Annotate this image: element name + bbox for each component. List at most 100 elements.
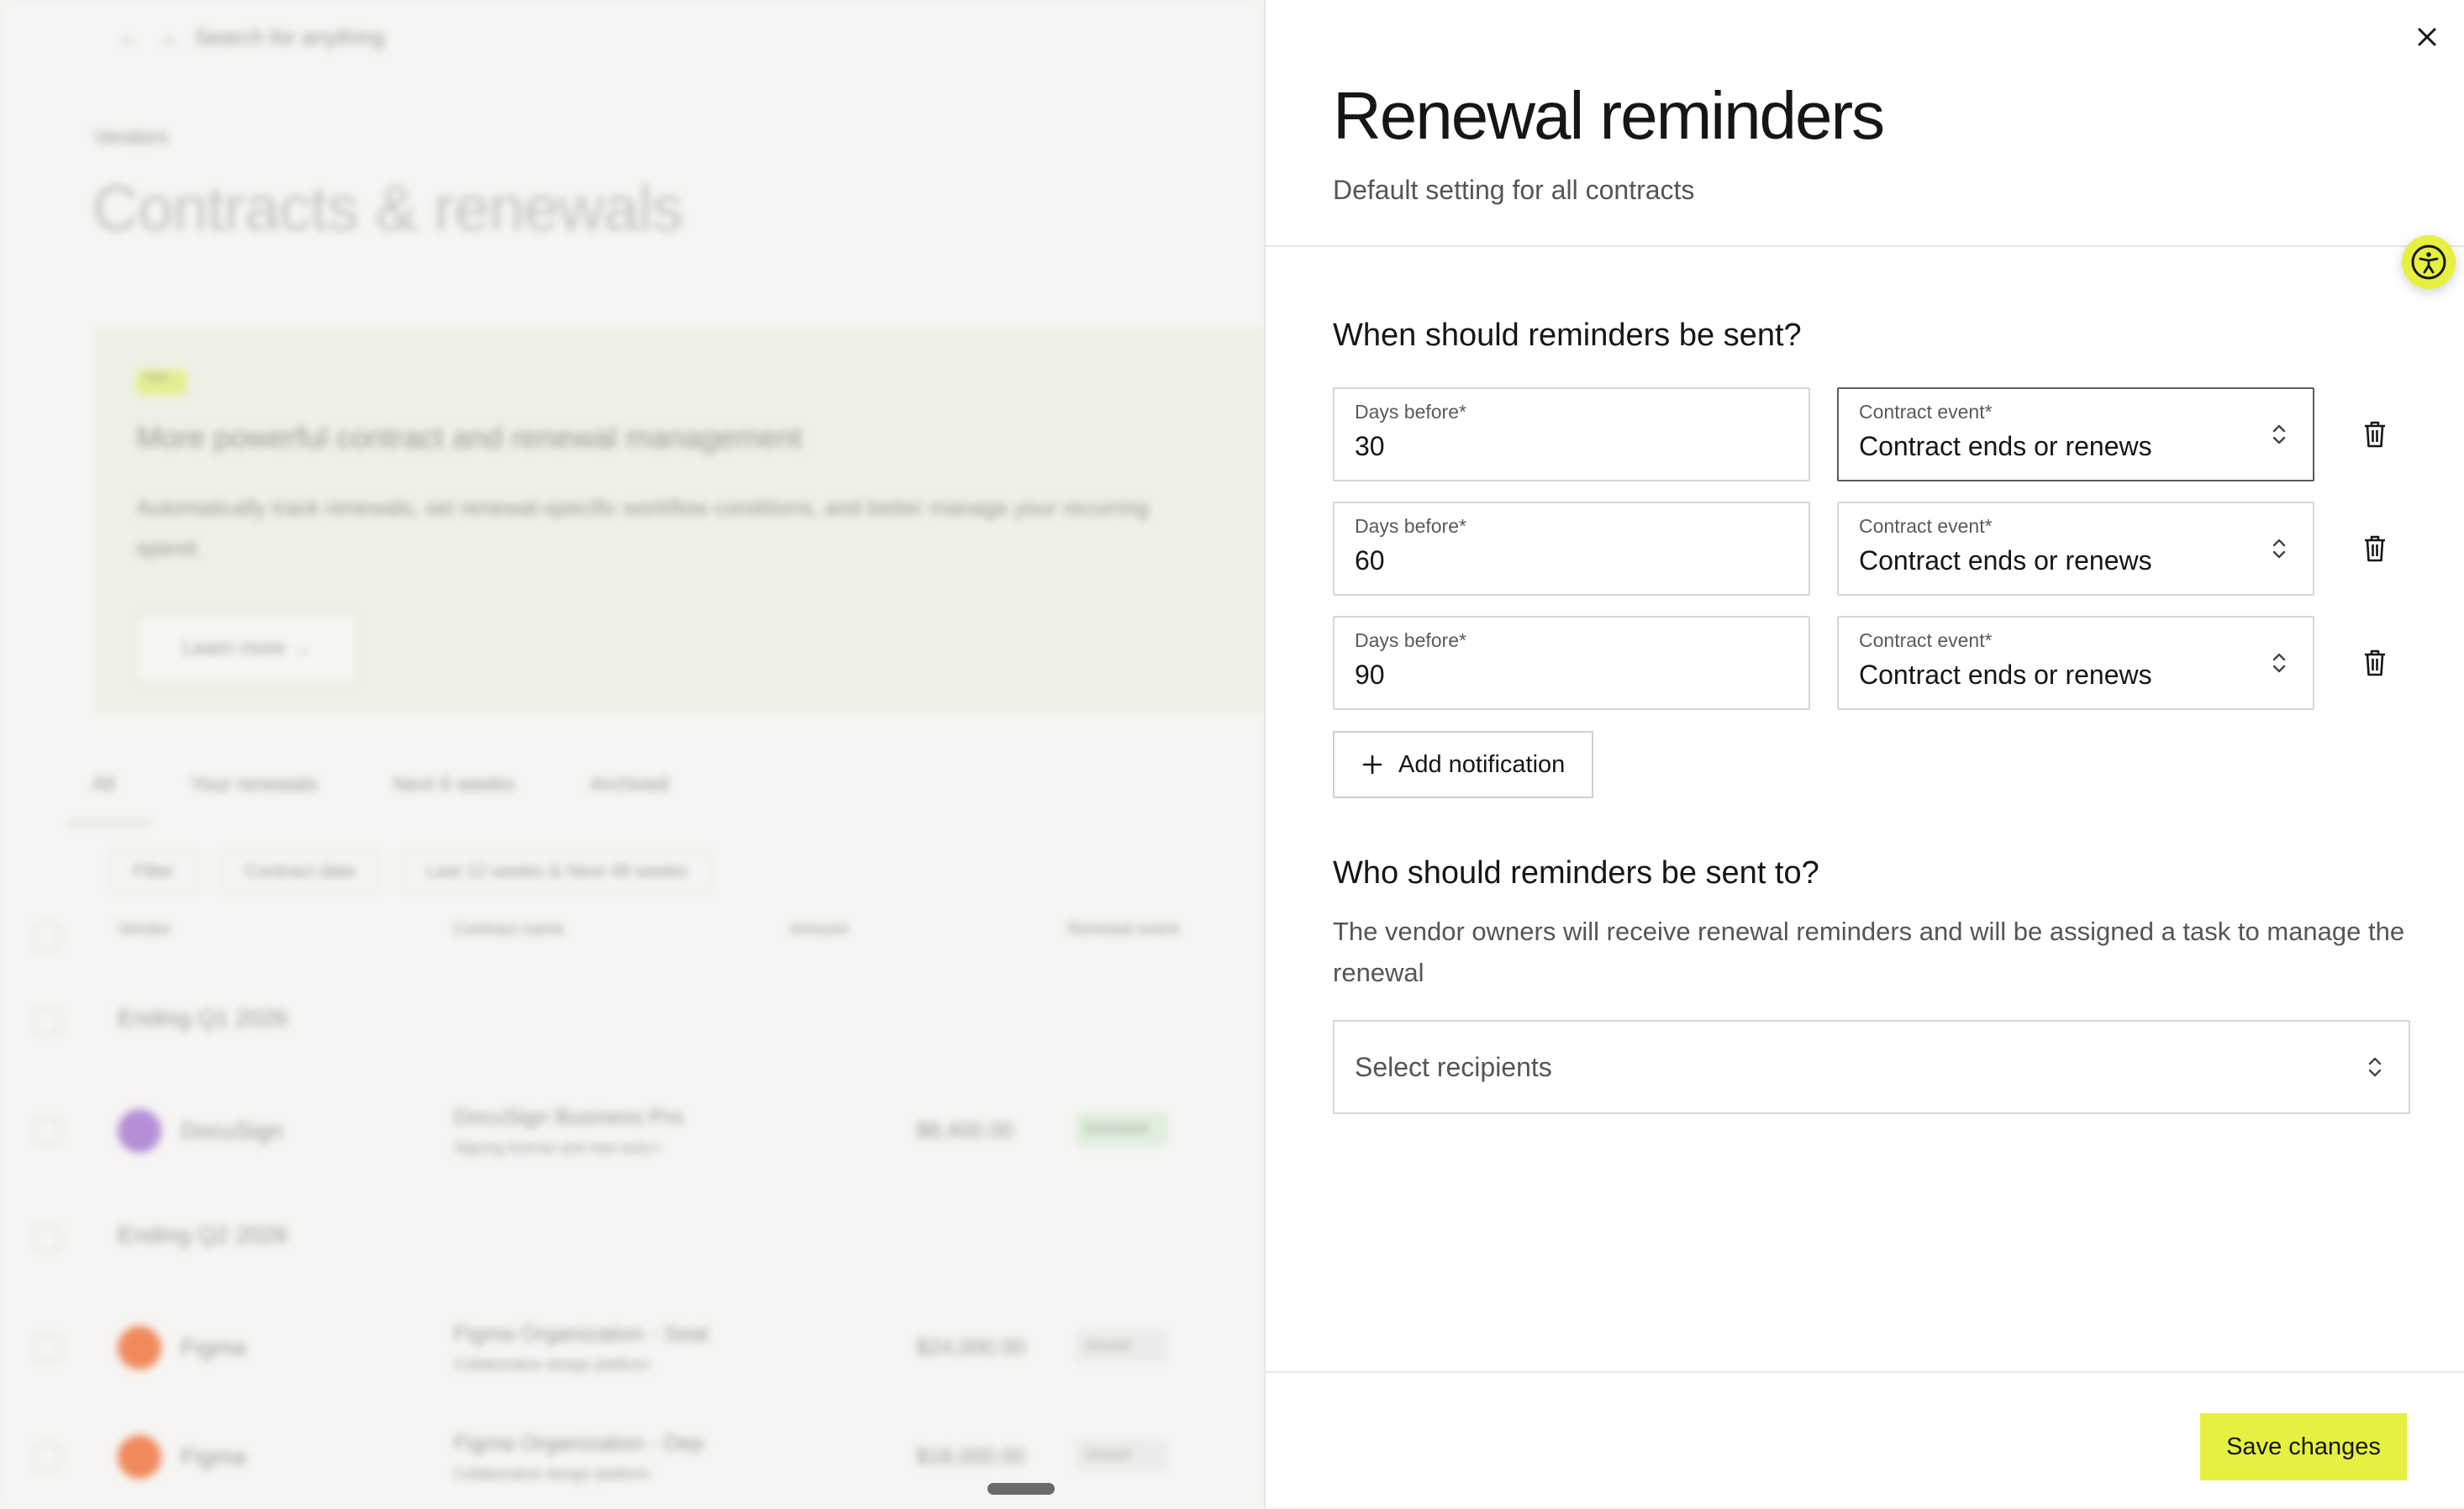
contract-event-value: Contract ends or renews xyxy=(1859,431,2152,461)
bg-tab-underline xyxy=(67,822,151,825)
days-before-label: Days before* xyxy=(1355,629,1466,651)
bg-status-badge: Scheduled xyxy=(1076,1112,1168,1146)
delete-reminder-button[interactable] xyxy=(2353,641,2397,685)
days-before-label: Days before* xyxy=(1355,401,1466,423)
bg-vendor-logo xyxy=(118,1326,161,1370)
bg-plan-sub: Collaborative design platform xyxy=(454,1465,650,1482)
bg-plan-sub: Collaborative design platform xyxy=(454,1356,650,1373)
renewal-reminders-drawer: Renewal reminders Default setting for al… xyxy=(1264,0,2464,1507)
accessibility-icon xyxy=(2411,244,2446,280)
promo-learn-more-button: Learn more → xyxy=(136,613,358,684)
bg-group-label: Ending Q2 2026 xyxy=(118,1222,288,1248)
contract-event-value: Contract ends or renews xyxy=(1859,545,2152,576)
contract-event-label: Contract event* xyxy=(1859,629,1993,651)
bg-plan-sub: Signing license and new auto-r xyxy=(454,1139,661,1156)
plus-icon xyxy=(1362,754,1382,775)
select-recipients-dropdown[interactable]: Select recipients xyxy=(1333,1020,2410,1114)
background-table-header: Vendor Contract name Amount Renewal even… xyxy=(34,920,1261,954)
when-section-title: When should reminders be sent? xyxy=(1333,318,1802,353)
background-tabs: All Your renewals Next 6 weeks Archived xyxy=(92,773,668,797)
background-search: ← → Search for anything xyxy=(118,20,1210,54)
bg-checkbox xyxy=(34,1225,61,1252)
bg-amount: $18,000.00 xyxy=(916,1443,1026,1469)
bg-vendor-name: Figma xyxy=(181,1443,246,1470)
drawer-footer: Save changes xyxy=(1266,1371,2464,1509)
trash-icon xyxy=(2365,649,2385,676)
bg-table-row: Figma Figma Organization - Dep Collabora… xyxy=(34,1413,1261,1497)
trash-icon xyxy=(2365,421,2385,448)
days-before-field[interactable]: Days before* 60 xyxy=(1333,502,1810,596)
promo-headline: More powerful contract and renewal manag… xyxy=(136,420,803,455)
bg-status-badge: Unused xyxy=(1076,1329,1168,1363)
contract-event-label: Contract event* xyxy=(1859,515,1993,537)
bg-checkbox xyxy=(34,1117,61,1144)
background-search-text: Search for anything xyxy=(195,24,385,50)
bg-checkbox xyxy=(34,1008,61,1035)
save-changes-button[interactable]: Save changes xyxy=(2200,1413,2407,1480)
background-breadcrumb: Vendors xyxy=(94,126,169,149)
who-section-title: Who should reminders be sent to? xyxy=(1333,855,1819,891)
background-scrollbar[interactable] xyxy=(987,1483,1055,1495)
bg-plan-name: DocuSign Business Pro xyxy=(454,1104,684,1129)
bg-filter-chip: Filter xyxy=(109,850,197,892)
bg-checkbox xyxy=(34,1443,61,1470)
bg-column-header: Amount xyxy=(790,920,848,939)
bg-column-header: Contract name xyxy=(454,920,565,939)
drawer-title: Renewal reminders xyxy=(1333,78,1885,153)
bg-plan-name: Figma Organization - Dep xyxy=(454,1430,704,1455)
chevron-up-down-icon xyxy=(2272,539,2286,559)
chevron-up-down-icon xyxy=(2272,424,2286,444)
bg-filter-chip: Contract date xyxy=(220,850,379,892)
delete-reminder-button[interactable] xyxy=(2353,413,2397,456)
select-recipients-placeholder: Select recipients xyxy=(1355,1052,1552,1082)
trash-icon xyxy=(2365,535,2385,562)
bg-group-label: Ending Q1 2026 xyxy=(118,1005,288,1031)
drawer-subtitle: Default setting for all contracts xyxy=(1333,175,1695,205)
contract-event-select[interactable]: Contract event* Contract ends or renews xyxy=(1837,387,2314,481)
chevron-up-down-icon xyxy=(2272,653,2286,673)
bg-plan-name: Figma Organization - Seat xyxy=(454,1321,709,1346)
background-app: ← → Search for anything Vendors Contract… xyxy=(0,0,1264,1507)
bg-filter-chip: Last 12 weeks & Next 48 weeks xyxy=(402,850,712,892)
back-arrow-icon: ← xyxy=(118,24,140,50)
contract-event-select[interactable]: Contract event* Contract ends or renews xyxy=(1837,502,2314,596)
contract-event-select[interactable]: Contract event* Contract ends or renews xyxy=(1837,616,2314,710)
background-promo-card: New More powerful contract and renewal m… xyxy=(94,328,1264,714)
bg-vendor-name: DocuSign xyxy=(181,1117,283,1144)
days-before-field[interactable]: Days before* 30 xyxy=(1333,387,1810,481)
bg-vendor-logo xyxy=(118,1435,161,1479)
contract-event-value: Contract ends or renews xyxy=(1859,660,2152,690)
who-help-text: The vendor owners will receive renewal r… xyxy=(1333,917,2405,987)
drawer-header: Renewal reminders Default setting for al… xyxy=(1266,0,2464,247)
days-before-value: 30 xyxy=(1355,431,1385,461)
add-notification-button[interactable]: Add notification xyxy=(1333,731,1594,798)
bg-tab: All xyxy=(92,773,115,796)
promo-description: Automatically track renewals, set renewa… xyxy=(136,495,1150,560)
bg-checkbox xyxy=(34,923,61,950)
contract-event-label: Contract event* xyxy=(1859,401,1993,423)
bg-tab: Next 6 weeks xyxy=(392,773,514,796)
bg-checkbox xyxy=(34,1334,61,1361)
bg-amount: $24,000.00 xyxy=(916,1334,1026,1359)
bg-vendor-name: Figma xyxy=(181,1334,246,1360)
days-before-label: Days before* xyxy=(1355,515,1466,537)
bg-table-row: DocuSign DocuSign Business Pro Signing l… xyxy=(34,1087,1261,1171)
bg-status-badge: Unused xyxy=(1076,1438,1168,1472)
background-filters: Filter Contract date Last 12 weeks & Nex… xyxy=(109,850,712,892)
bg-amount: $8,400.00 xyxy=(916,1117,1014,1143)
accessibility-button[interactable] xyxy=(2402,235,2456,289)
promo-tag: New xyxy=(136,370,187,395)
chevron-up-down-icon xyxy=(2368,1057,2382,1077)
days-before-field[interactable]: Days before* 90 xyxy=(1333,616,1810,710)
bg-column-header: Vendor xyxy=(118,920,171,939)
bg-table-row: Figma Figma Organization - Seat Collabor… xyxy=(34,1304,1261,1388)
days-before-value: 90 xyxy=(1355,660,1385,690)
delete-reminder-button[interactable] xyxy=(2353,527,2397,570)
add-notification-label: Add notification xyxy=(1398,750,1566,778)
bg-tab: Archived xyxy=(589,773,669,796)
background-page-title: Contracts & renewals xyxy=(92,173,683,244)
bg-column-header: Renewal event xyxy=(1067,920,1179,939)
forward-arrow-icon: → xyxy=(156,24,178,50)
bg-tab: Your renewals xyxy=(190,773,318,796)
days-before-value: 60 xyxy=(1355,545,1385,576)
